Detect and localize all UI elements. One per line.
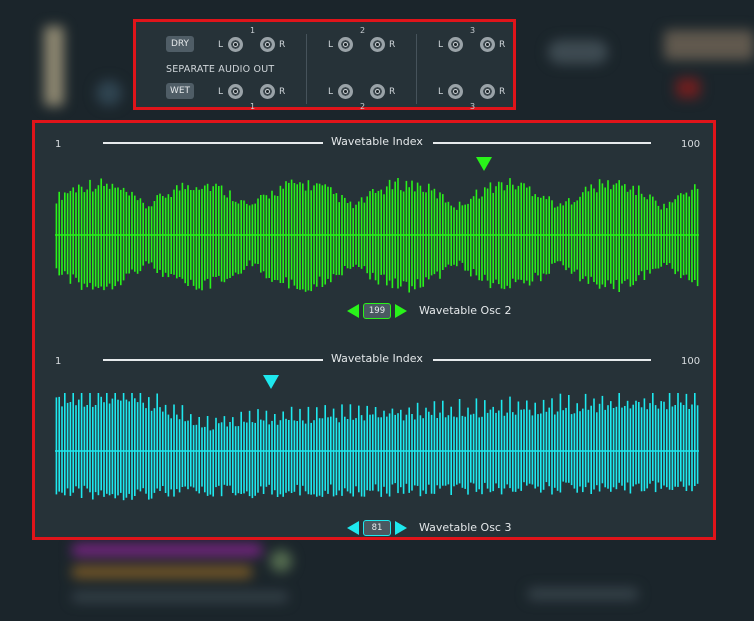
osc3-position-marker[interactable] — [263, 375, 279, 389]
osc3-index-line-right — [433, 359, 651, 361]
osc2-position-marker[interactable] — [476, 157, 492, 171]
osc2-label: Wavetable Osc 2 — [419, 304, 512, 317]
dry-3-right-jack[interactable] — [480, 37, 495, 52]
osc3-index-title: Wavetable Index — [331, 352, 423, 365]
osc3-index-max: 100 — [681, 356, 701, 367]
wet-2-right-jack[interactable] — [370, 84, 385, 99]
osc2-index-line-right — [433, 142, 651, 144]
osc3-position-value[interactable]: 81 — [363, 520, 391, 536]
left-label: L — [218, 40, 224, 50]
wet-button[interactable]: WET — [166, 83, 194, 99]
left-label: L — [328, 40, 334, 50]
wet-2-left-jack[interactable] — [338, 84, 353, 99]
right-label: R — [389, 40, 396, 50]
separate-audio-out-label: SEPARATE AUDIO OUT — [166, 64, 275, 75]
osc3-index-line-left — [103, 359, 323, 361]
osc2-index-max: 100 — [681, 139, 701, 150]
separate-audio-out-panel: DRY WET SEPARATE AUDIO OUT 1 L R L R 1 2… — [133, 19, 516, 111]
osc3-label: Wavetable Osc 3 — [419, 521, 512, 534]
right-label: R — [389, 87, 396, 97]
osc2-increment-arrow-icon[interactable] — [395, 304, 407, 318]
channel-2-number: 2 — [360, 26, 366, 35]
wet-3-right-jack[interactable] — [480, 84, 495, 99]
channel-1-number: 1 — [250, 102, 256, 111]
divider — [416, 34, 417, 104]
osc2-index-min: 1 — [55, 139, 62, 150]
osc2-position-value[interactable]: 199 — [363, 303, 391, 319]
left-label: L — [438, 87, 444, 97]
dry-2-left-jack[interactable] — [338, 37, 353, 52]
channel-1-number: 1 — [250, 26, 256, 35]
wet-1-right-jack[interactable] — [260, 84, 275, 99]
osc3-index-min: 1 — [55, 356, 62, 367]
left-label: L — [218, 87, 224, 97]
dry-3-left-jack[interactable] — [448, 37, 463, 52]
osc2-decrement-arrow-icon[interactable] — [347, 304, 359, 318]
right-label: R — [499, 87, 506, 97]
osc3-increment-arrow-icon[interactable] — [395, 521, 407, 535]
osc3-waveform — [55, 393, 699, 501]
osc3-decrement-arrow-icon[interactable] — [347, 521, 359, 535]
osc2-index-line-left — [103, 142, 323, 144]
osc2-position-stepper[interactable]: 199 — [347, 303, 407, 319]
wet-1-left-jack[interactable] — [228, 84, 243, 99]
osc2-index-title: Wavetable Index — [331, 135, 423, 148]
channel-3-number: 3 — [470, 26, 476, 35]
dry-button[interactable]: DRY — [166, 36, 194, 52]
channel-3-number: 3 — [470, 102, 476, 111]
wet-3-left-jack[interactable] — [448, 84, 463, 99]
dry-2-right-jack[interactable] — [370, 37, 385, 52]
dry-1-left-jack[interactable] — [228, 37, 243, 52]
left-label: L — [328, 87, 334, 97]
right-label: R — [279, 40, 286, 50]
osc3-position-stepper[interactable]: 81 — [347, 520, 407, 536]
channel-2-number: 2 — [360, 102, 366, 111]
right-label: R — [279, 87, 286, 97]
left-label: L — [438, 40, 444, 50]
wavetable-panel: 1 Wavetable Index 100 199 Wavetable Osc … — [32, 120, 716, 540]
dry-1-right-jack[interactable] — [260, 37, 275, 52]
right-label: R — [499, 40, 506, 50]
osc2-waveform — [55, 178, 699, 293]
divider — [306, 34, 307, 104]
